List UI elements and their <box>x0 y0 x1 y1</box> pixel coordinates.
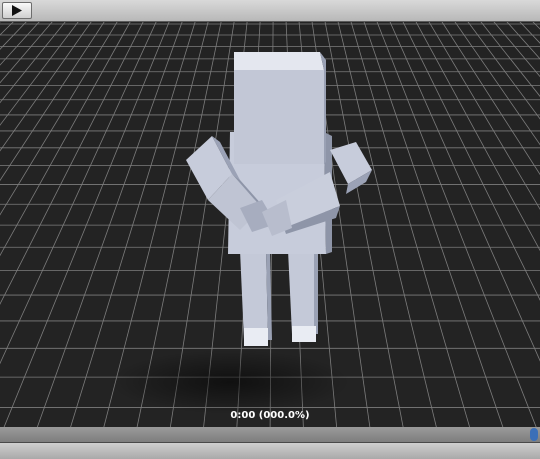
figure-shadow <box>110 350 350 414</box>
play-icon <box>12 5 22 16</box>
timecode-display: 0:00 (000.0%) <box>230 410 310 421</box>
3d-viewport[interactable] <box>0 22 540 442</box>
status-bar <box>0 442 540 459</box>
play-button[interactable] <box>2 2 32 19</box>
player-toolbar <box>0 0 540 22</box>
timeline-end-knob[interactable] <box>530 428 538 441</box>
timeline-track[interactable] <box>0 427 540 442</box>
animation-player: 0:00 (000.0%) <box>0 0 540 459</box>
